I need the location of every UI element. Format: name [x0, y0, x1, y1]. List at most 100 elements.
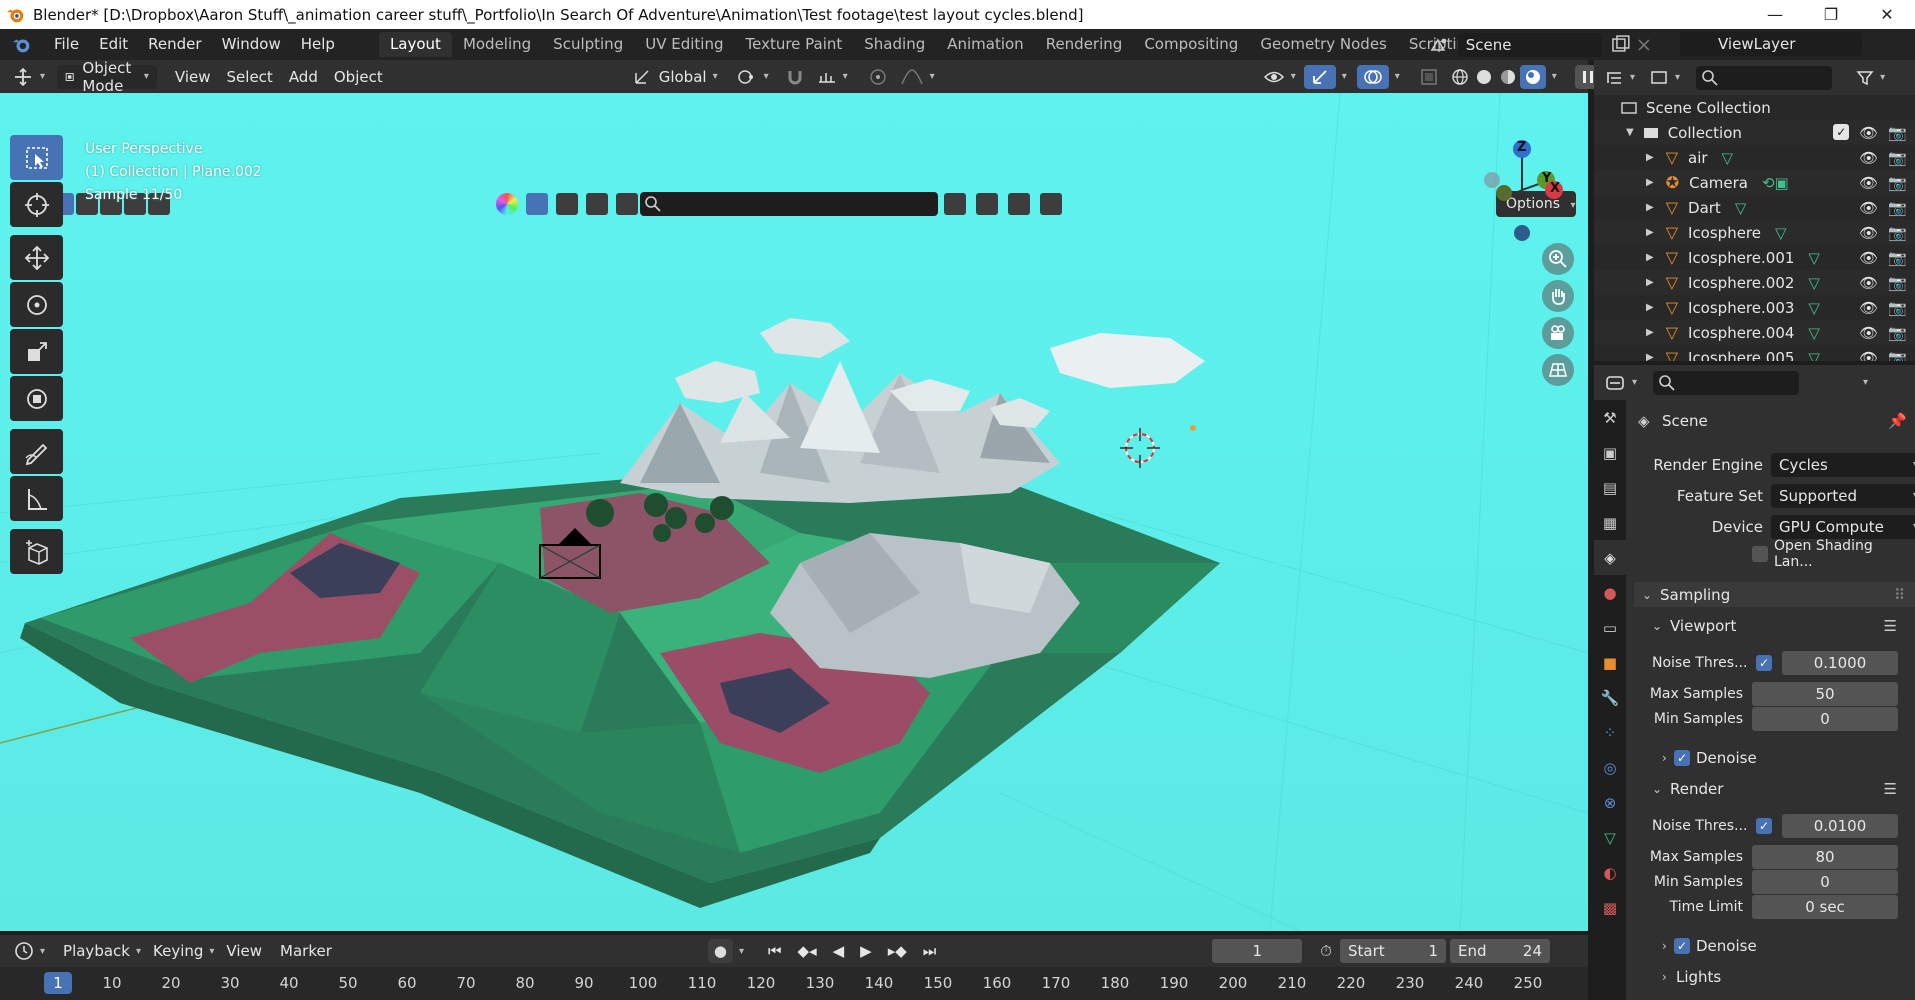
properties-search-input[interactable]	[1653, 370, 1800, 395]
scale-tool[interactable]	[10, 329, 63, 374]
collapse-icon[interactable]	[944, 193, 966, 215]
scene-name-field[interactable]: Scene	[1457, 32, 1603, 57]
timeline-ruler[interactable]: 1 10 20 30 40 50 60 70 80 90 100 110 120 130 140 150 16…	[0, 967, 1588, 1000]
jump-start-icon[interactable]: ⏮	[762, 939, 788, 963]
timeline-menu-playback[interactable]: Playback ▾	[57, 939, 147, 963]
tab-texture-paint[interactable]: Texture Paint	[734, 32, 853, 57]
exclude-checkbox[interactable]: ✓	[1833, 123, 1850, 140]
render-camera-icon[interactable]: 📷	[1888, 174, 1907, 192]
proportional-edit-toggle[interactable]	[862, 65, 894, 89]
funnel-icon[interactable]	[1040, 193, 1062, 215]
stopwatch-icon[interactable]: ⏱	[1320, 942, 1332, 960]
jump-keyframe-forward-icon[interactable]: ▸◆	[882, 939, 913, 963]
blender-menu-logo-icon[interactable]	[8, 32, 36, 58]
render-camera-icon[interactable]: 📷	[1888, 349, 1907, 362]
object-tab[interactable]: ■	[1594, 645, 1626, 680]
render-camera-icon[interactable]: 📷	[1888, 199, 1907, 217]
tab-modeling[interactable]: Modeling	[452, 32, 542, 57]
vp-noise-threshold-field[interactable]: 0.1000	[1782, 650, 1898, 675]
outliner-object-row[interactable]: ▶ ▽ Icosphere ▽ 👁 📷	[1594, 220, 1915, 245]
mesh-data-icon[interactable]: ▽	[1722, 149, 1734, 167]
mesh-data-icon[interactable]: ▽	[1735, 199, 1747, 217]
shading-dropdown-caret[interactable]: ▾	[1552, 71, 1557, 82]
mesh-data-icon[interactable]: ▽	[1775, 224, 1787, 242]
view-layer-field[interactable]: ViewLayer	[1680, 32, 1862, 56]
r-denoise-checkbox[interactable]: ✓	[1674, 937, 1690, 954]
xray-toggle[interactable]	[1414, 65, 1444, 89]
tool-tab[interactable]: ⚒	[1594, 400, 1626, 435]
sampling-panel-header[interactable]: ⌄ Sampling ⠿	[1634, 582, 1915, 607]
visibility-eye-icon[interactable]: 👁	[1859, 249, 1878, 267]
tab-geometry-nodes[interactable]: Geometry Nodes	[1249, 32, 1398, 57]
vp-min-samples-field[interactable]: 0	[1752, 706, 1898, 731]
annotate-tool[interactable]	[10, 429, 63, 474]
expand-chevron-icon[interactable]: ▶	[1646, 202, 1654, 213]
render-engine-dropdown[interactable]: Cycles▾	[1771, 452, 1915, 477]
current-frame-field[interactable]: 1	[1212, 939, 1303, 963]
particles-tab[interactable]: ⁘	[1594, 715, 1626, 750]
texture-tab[interactable]: ▩	[1594, 890, 1626, 925]
timeline-editor-type-button[interactable]: ▾	[8, 939, 51, 963]
falloff-dropdown[interactable]: ▾	[894, 65, 941, 89]
expand-chevron-icon[interactable]: ▶	[1646, 327, 1654, 338]
jump-end-icon[interactable]: ⏭	[917, 939, 943, 963]
world-tab[interactable]: ●	[1594, 575, 1626, 610]
expand-chevron-icon[interactable]: ▶	[1646, 177, 1654, 188]
menu-edit[interactable]: Edit	[89, 29, 138, 60]
overlays-toggle[interactable]	[1356, 64, 1389, 89]
osl-checkbox[interactable]	[1752, 545, 1768, 562]
render-camera-icon[interactable]: 📷	[1888, 149, 1907, 167]
outliner-editor-type-button[interactable]: ▾	[1598, 66, 1641, 90]
tab-animation[interactable]: Animation	[936, 32, 1034, 57]
camera-view-button[interactable]	[1542, 317, 1574, 349]
properties-options-caret[interactable]: ▾	[1863, 377, 1868, 388]
visibility-eye-icon[interactable]: 👁	[1859, 224, 1878, 242]
editor-type-button[interactable]: ▾	[6, 65, 51, 89]
outliner-object-row[interactable]: ▶ ▽ Icosphere.002 ▽ 👁 📷	[1594, 270, 1915, 295]
rotate-tool[interactable]	[10, 282, 63, 327]
render-tab[interactable]: ▣	[1594, 435, 1626, 470]
outliner-object-row[interactable]: ▶ ✪ Camera ⟲▣ 👁 📷	[1594, 170, 1915, 195]
shading-solid-button[interactable]	[1472, 65, 1496, 89]
outliner-object-row[interactable]: ▶ ▽ air ▽ 👁 📷	[1594, 145, 1915, 170]
timeline-menu-keying[interactable]: Keying ▾	[147, 939, 220, 963]
expand-chevron-icon[interactable]: ▶	[1646, 252, 1654, 263]
pin-icon[interactable]: 📌	[1888, 412, 1907, 430]
add-cube-tool[interactable]	[10, 529, 63, 574]
viewport-menu-add[interactable]: Add	[283, 65, 324, 89]
tab-shading[interactable]: Shading	[853, 32, 936, 57]
expand-chevron-icon[interactable]: ▼	[1626, 127, 1634, 138]
mesh-data-icon[interactable]: ▽	[1808, 324, 1820, 342]
scene-tab[interactable]: ◈	[1594, 540, 1626, 575]
navigation-gizmo[interactable]: Z Y X	[1470, 135, 1580, 245]
hierarchy-icon[interactable]	[1008, 193, 1030, 215]
visibility-eye-icon[interactable]: 👁	[1859, 199, 1878, 217]
tab-sculpting[interactable]: Sculpting	[542, 32, 634, 57]
move-tool[interactable]	[10, 235, 63, 280]
3d-viewport[interactable]: Options ▾ User Perspective (1) Collectio…	[0, 93, 1588, 931]
start-frame-field[interactable]: Start 1	[1340, 939, 1446, 963]
collection-row[interactable]: ▼ Collection ✓ 👁 📷	[1594, 120, 1915, 145]
visibility-eye-icon[interactable]: 👁	[1859, 149, 1878, 167]
visibility-eye-icon[interactable]: 👁	[1859, 274, 1878, 292]
object-visibility-dropdown[interactable]: ▾	[1257, 65, 1302, 89]
mesh-data-icon[interactable]: ▽	[1808, 249, 1820, 267]
properties-editor-type-button[interactable]: ▾	[1598, 371, 1643, 395]
collection-tab[interactable]: ▭	[1594, 610, 1626, 645]
viewport-search-input[interactable]	[640, 192, 938, 216]
transform-orientation-dropdown[interactable]: Global ▾	[627, 65, 724, 89]
tab-rendering[interactable]: Rendering	[1035, 32, 1134, 57]
outliner-search-input[interactable]	[1696, 65, 1833, 90]
timeline-menu-marker[interactable]: Marker	[274, 939, 338, 963]
feature-set-dropdown[interactable]: Supported▾	[1771, 483, 1915, 508]
menu-file[interactable]: File	[44, 29, 89, 60]
viewport-menu-view[interactable]: View	[169, 65, 217, 89]
minimize-button[interactable]: —	[1747, 0, 1803, 29]
mesh-data-icon[interactable]: ▽	[1808, 299, 1820, 317]
tab-layout[interactable]: Layout	[378, 32, 452, 57]
visibility-eye-icon[interactable]: 👁	[1859, 174, 1878, 192]
measure-tool[interactable]	[10, 476, 63, 521]
perspective-toggle-button[interactable]	[1542, 354, 1574, 386]
view-layer-tab[interactable]: ▦	[1594, 505, 1626, 540]
expand-chevron-icon[interactable]: ▶	[1646, 352, 1654, 361]
